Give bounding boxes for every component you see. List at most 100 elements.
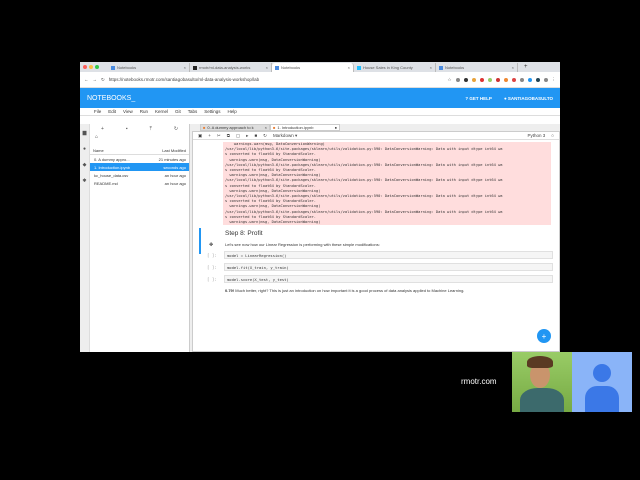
file-row[interactable]: 0. A dummy appro... 21 minutes ago xyxy=(90,155,189,163)
insert-cell-icon[interactable]: + xyxy=(208,133,211,138)
upload-button[interactable]: ⤒ xyxy=(150,126,152,134)
kaggle-icon xyxy=(357,65,361,70)
code-input[interactable]: model.fit(X_train, y_train) xyxy=(224,263,553,272)
back-icon[interactable]: ← xyxy=(84,77,89,82)
menu-bar: File Edit View Run Kernel Git Tabs Settings Help xyxy=(80,108,560,116)
copy-icon[interactable]: ⧉ xyxy=(227,133,230,138)
app-header: NOTEBOOKS_ ? GET HELP ● SANTIAGOBASULTO xyxy=(80,88,560,108)
doc-tab-active[interactable]: ■ 1. Introduction.ipynb ● xyxy=(270,124,340,131)
get-help-label: GET HELP xyxy=(469,95,492,101)
new-tab-button[interactable]: + xyxy=(524,64,528,70)
left-sidebar: ▆ ● ◆ ✱ xyxy=(80,124,90,352)
menu-edit[interactable]: Edit xyxy=(108,109,116,114)
user-menu[interactable]: ● SANTIAGOBASULTO xyxy=(504,96,553,101)
forward-icon[interactable]: → xyxy=(93,77,98,82)
restart-icon[interactable]: ↻ xyxy=(263,133,267,139)
doc-tab-label: 1. Introduction.ipynb xyxy=(277,125,314,130)
name-column[interactable]: Name xyxy=(93,148,104,154)
home-icon[interactable]: ⌂ xyxy=(90,134,189,140)
tab-label: Notebooks xyxy=(117,65,137,70)
doc-tab[interactable]: ■ 0. A dummy approach to k × xyxy=(200,124,270,131)
menu-git[interactable]: Git xyxy=(175,109,181,114)
favicon-icon xyxy=(439,65,443,70)
close-icon[interactable]: × xyxy=(266,65,268,70)
add-cell-fab[interactable]: + xyxy=(537,329,551,343)
result-text: 0.79! Much better, right? This is just a… xyxy=(225,288,559,293)
kernel-name[interactable]: Python 3 xyxy=(528,133,546,138)
code-input[interactable]: model.score(X_test, y_test) xyxy=(224,275,553,284)
reload-icon[interactable]: ↻ xyxy=(101,77,105,83)
running-icon[interactable]: ● xyxy=(83,146,86,152)
code-input[interactable]: model = LinearRegression() xyxy=(224,251,553,260)
file-row[interactable]: kc_house_data.csv an hour ago xyxy=(90,171,189,179)
cell-type-value: Markdown xyxy=(272,132,294,138)
run-icon[interactable]: ▸ xyxy=(246,133,248,139)
browser-tab[interactable]: Notebooks × xyxy=(436,63,518,72)
file-name: 1. Introduction.ipynb xyxy=(94,164,131,170)
close-icon[interactable]: × xyxy=(265,125,267,130)
github-icon xyxy=(193,65,197,70)
webcam-presenter xyxy=(512,352,572,412)
stop-icon[interactable]: ■ xyxy=(254,133,257,138)
close-icon[interactable]: × xyxy=(512,65,514,70)
drag-handle-icon[interactable]: ✥ xyxy=(209,242,213,248)
maximize-button[interactable] xyxy=(95,65,99,69)
file-row-selected[interactable]: 1. Introduction.ipynb seconds ago xyxy=(90,163,189,171)
unsaved-dot-icon[interactable]: ● xyxy=(335,125,337,130)
browser-tab[interactable]: House Sales in King County × xyxy=(354,63,436,72)
favicon-icon xyxy=(111,65,115,70)
code-cell[interactable]: [ ]: model.score(X_test, y_test) xyxy=(207,275,553,284)
close-icon[interactable]: × xyxy=(348,65,350,70)
url-input[interactable]: https://notebooks.rmotr.com/santiagobasu… xyxy=(109,77,444,82)
new-launcher-button[interactable]: + xyxy=(101,126,104,134)
menu-settings[interactable]: Settings xyxy=(204,109,220,114)
brand-watermark: rmotr.com xyxy=(461,377,497,386)
menu-kernel[interactable]: Kernel xyxy=(155,109,168,114)
logo[interactable]: NOTEBOOKS_ xyxy=(87,95,135,102)
file-name: kc_house_data.csv xyxy=(94,172,129,178)
browser-tab-active[interactable]: Notebooks × xyxy=(272,63,354,72)
webcam-avatar-placeholder xyxy=(572,352,632,412)
extensions-bar xyxy=(455,77,548,82)
paste-icon[interactable]: ▢ xyxy=(236,133,240,139)
file-browser: + ▪ ⤒ ↻ ⌂ Name Last Modified 0. A dummy appr… xyxy=(90,124,190,352)
save-icon[interactable]: ▣ xyxy=(198,133,202,139)
stderr-output: warnings.warn(msg, DataConversionWarning… xyxy=(223,142,551,226)
file-row[interactable]: README.md an hour ago xyxy=(90,179,189,187)
cell-type-select[interactable]: Markdown ▾ xyxy=(273,133,297,139)
minimize-button[interactable] xyxy=(89,65,93,69)
tab-label: House Sales in King County xyxy=(363,65,413,70)
notebook-toolbar: ▣ + ✂ ⧉ ▢ ▸ ■ ↻ Markdown ▾ Python 3 ○ xyxy=(193,132,559,140)
refresh-button[interactable]: ↻ xyxy=(174,126,178,134)
code-cell[interactable]: [ ]: model = LinearRegression() xyxy=(207,251,553,260)
extension-icon[interactable]: ✱ xyxy=(82,178,86,184)
tab-label: Notebooks xyxy=(445,65,465,70)
cut-icon[interactable]: ✂ xyxy=(217,133,221,139)
menu-view[interactable]: View xyxy=(123,109,133,114)
file-name: 0. A dummy appro... xyxy=(94,156,130,162)
get-help-link[interactable]: ? GET HELP xyxy=(465,96,492,101)
folder-icon[interactable]: ▆ xyxy=(83,130,87,136)
browser-tab[interactable]: Notebooks × xyxy=(108,63,190,72)
file-modified: seconds ago xyxy=(163,164,186,170)
favicon-icon xyxy=(275,65,279,70)
cell-prompt: [ ]: xyxy=(207,276,217,282)
menu-help[interactable]: Help xyxy=(228,109,237,114)
cell-prompt: [ ]: xyxy=(207,264,217,270)
step-heading: Step 8: Profit xyxy=(225,230,263,238)
notebook-icon: ■ xyxy=(273,125,276,130)
menu-run[interactable]: Run xyxy=(140,109,148,114)
markdown-cell[interactable]: Step 8: Profit ✥ Let's see now how our L… xyxy=(199,228,559,255)
close-icon[interactable]: × xyxy=(430,65,432,70)
close-icon[interactable]: × xyxy=(184,65,186,70)
menu-kebab-icon[interactable]: ⋮ xyxy=(552,77,557,83)
modified-column[interactable]: Last Modified xyxy=(162,148,186,154)
close-window-button[interactable] xyxy=(83,65,87,69)
menu-tabs[interactable]: Tabs xyxy=(188,109,198,114)
browser-tab[interactable]: rmotr/ml-data-analysis-works × xyxy=(190,63,272,72)
bookmark-star-icon[interactable]: ☆ xyxy=(447,77,451,83)
commands-icon[interactable]: ◆ xyxy=(83,162,87,168)
code-cell[interactable]: [ ]: model.fit(X_train, y_train) xyxy=(207,263,553,272)
new-folder-button[interactable]: ▪ xyxy=(126,126,128,134)
menu-file[interactable]: File xyxy=(94,109,101,114)
